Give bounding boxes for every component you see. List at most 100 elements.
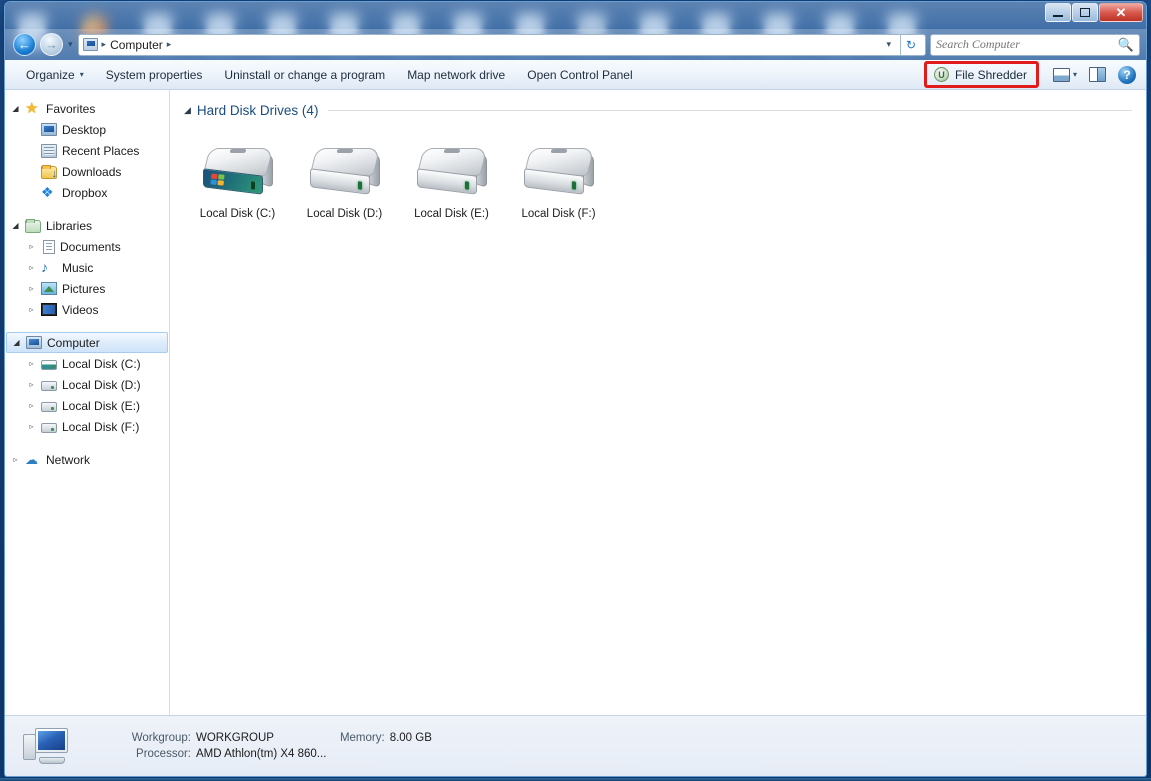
nav-group-network: ▹ ☁ Network <box>5 449 169 470</box>
sidebar-label-music: Music <box>62 260 94 275</box>
window-body: ◢ ★ Favorites Desktop Recent Places ↓ Do… <box>5 90 1146 715</box>
organize-label: Organize <box>26 67 75 82</box>
system-properties-button[interactable]: System properties <box>95 63 214 87</box>
drive-item-f[interactable]: Local Disk (F:) <box>505 148 612 220</box>
sidebar-item-desktop[interactable]: Desktop <box>5 119 169 140</box>
sidebar-item-downloads[interactable]: Downloads <box>5 161 169 182</box>
show-preview-pane-button[interactable] <box>1083 64 1112 85</box>
sidebar-item-music[interactable]: ▹ ♪ Music <box>5 257 169 278</box>
close-button[interactable]: ✕ <box>1099 3 1143 22</box>
sidebar-item-videos[interactable]: ▹ Videos <box>5 299 169 320</box>
sidebar-item-recent-places[interactable]: Recent Places <box>5 140 169 161</box>
star-icon: ★ <box>25 100 39 117</box>
triangle-collapsed-icon[interactable]: ▹ <box>27 305 36 314</box>
sidebar-item-local-disk-e[interactable]: ▹ Local Disk (E:) <box>5 395 169 416</box>
search-box[interactable]: 🔍 <box>930 33 1140 56</box>
triangle-collapsed-icon[interactable]: ▹ <box>27 284 36 293</box>
uninstall-program-button[interactable]: Uninstall or change a program <box>213 63 396 87</box>
libraries-icon <box>25 218 41 233</box>
triangle-collapsed-icon[interactable]: ▹ <box>27 401 36 410</box>
sidebar-label-documents: Documents <box>60 239 121 254</box>
breadcrumb-computer[interactable]: Computer <box>110 38 163 52</box>
sidebar-item-documents[interactable]: ▹ Documents <box>5 236 169 257</box>
triangle-collapsed-icon[interactable]: ▹ <box>27 359 36 368</box>
refresh-button[interactable]: ↻ <box>900 34 921 55</box>
music-icon: ♪ <box>41 259 48 275</box>
drive-icon <box>521 148 597 200</box>
close-icon: ✕ <box>1115 4 1127 20</box>
system-drive-icon <box>41 360 57 370</box>
help-button[interactable]: ? <box>1112 63 1142 87</box>
back-button[interactable]: ← <box>13 33 36 56</box>
dropbox-icon: ❖ <box>41 184 54 200</box>
sidebar-item-computer[interactable]: ◢ Computer <box>6 332 168 353</box>
drive-label-e: Local Disk (E:) <box>414 208 489 220</box>
sidebar-label-local-disk-c: Local Disk (C:) <box>62 356 141 371</box>
breadcrumb-separator[interactable]: ▸ <box>167 39 172 50</box>
pictures-icon <box>41 282 57 295</box>
sidebar-label-dropbox: Dropbox <box>62 185 108 200</box>
open-control-panel-button[interactable]: Open Control Panel <box>516 63 643 87</box>
computer-icon <box>23 726 69 766</box>
group-divider <box>328 109 1132 111</box>
system-drive-icon <box>200 148 276 200</box>
sidebar-item-local-disk-f[interactable]: ▹ Local Disk (F:) <box>5 416 169 437</box>
sidebar-item-favorites[interactable]: ◢ ★ Favorites <box>5 98 169 119</box>
sidebar-item-libraries[interactable]: ◢ Libraries <box>5 215 169 236</box>
sidebar-item-dropbox[interactable]: ❖ Dropbox <box>5 182 169 203</box>
group-header-hard-disk-drives[interactable]: ◢ Hard Disk Drives (4) <box>170 90 1146 120</box>
nav-group-libraries: ◢ Libraries ▹ Documents ▹ ♪ Music ▹ Pict… <box>5 215 169 320</box>
drive-icon <box>414 148 490 200</box>
search-input[interactable] <box>936 37 1118 52</box>
recent-locations-button[interactable]: ▾ <box>67 39 74 50</box>
triangle-collapsed-icon[interactable]: ▹ <box>27 242 36 251</box>
breadcrumb-separator: ▸ <box>101 39 107 49</box>
sidebar-item-local-disk-d[interactable]: ▹ Local Disk (D:) <box>5 374 169 395</box>
triangle-expanded-icon[interactable]: ◢ <box>11 221 20 230</box>
minimize-button[interactable] <box>1045 3 1071 22</box>
title-bar: ✕ <box>5 2 1146 29</box>
details-row-workgroup: Workgroup: WORKGROUP Memory: 8.00 GB <box>125 732 432 744</box>
triangle-expanded-icon[interactable]: ◢ <box>12 338 21 347</box>
sidebar-item-network[interactable]: ▹ ☁ Network <box>5 449 169 470</box>
triangle-collapsed-icon[interactable]: ▹ <box>27 380 36 389</box>
memory-label: Memory: <box>339 732 385 744</box>
drive-item-c[interactable]: Local Disk (C:) <box>184 148 291 220</box>
processor-value: AMD Athlon(tm) X4 860... <box>196 748 327 760</box>
sidebar-label-local-disk-d: Local Disk (D:) <box>62 377 141 392</box>
forward-button[interactable]: → <box>40 33 63 56</box>
triangle-collapsed-icon[interactable]: ▹ <box>27 263 36 272</box>
map-network-drive-button[interactable]: Map network drive <box>396 63 516 87</box>
details-row-processor: Processor: AMD Athlon(tm) X4 860... <box>125 748 432 760</box>
window-controls: ✕ <box>1045 3 1143 22</box>
triangle-expanded-icon[interactable]: ◢ <box>11 104 20 113</box>
organize-button[interactable]: Organize ▾ <box>15 63 95 87</box>
documents-icon <box>43 239 55 254</box>
sidebar-label-computer: Computer <box>47 335 100 350</box>
maximize-button[interactable] <box>1072 3 1098 22</box>
triangle-collapsed-icon[interactable]: ▹ <box>27 422 36 431</box>
drive-label-f: Local Disk (F:) <box>521 208 596 220</box>
drive-item-d[interactable]: Local Disk (D:) <box>291 148 398 220</box>
recent-places-icon <box>41 143 57 158</box>
forward-arrow-icon: → <box>45 37 58 52</box>
address-bar[interactable]: ▸ Computer ▸ ▾ ↻ <box>77 33 926 56</box>
sidebar-label-local-disk-f: Local Disk (F:) <box>62 419 140 434</box>
file-list-pane[interactable]: ◢ Hard Disk Drives (4) Local Disk (C:) L… <box>170 90 1146 715</box>
drive-item-e[interactable]: Local Disk (E:) <box>398 148 505 220</box>
file-shredder-button[interactable]: File Shredder <box>927 64 1036 85</box>
command-toolbar: Organize ▾ System properties Uninstall o… <box>5 60 1146 90</box>
chevron-down-icon[interactable]: ▾ <box>881 39 896 50</box>
nav-group-favorites: ◢ ★ Favorites Desktop Recent Places ↓ Do… <box>5 98 169 203</box>
sidebar-item-local-disk-c[interactable]: ▹ Local Disk (C:) <box>5 353 169 374</box>
help-icon: ? <box>1118 65 1136 84</box>
processor-label: Processor: <box>136 748 191 760</box>
sidebar-label-recent-places: Recent Places <box>62 143 140 158</box>
triangle-collapsed-icon[interactable]: ▹ <box>11 455 20 464</box>
sidebar-label-favorites: Favorites <box>46 101 96 116</box>
downloads-folder-icon <box>41 164 57 180</box>
change-view-button[interactable]: ▾ <box>1047 65 1083 85</box>
triangle-expanded-icon[interactable]: ◢ <box>184 105 191 116</box>
minimize-icon <box>1053 14 1063 17</box>
sidebar-item-pictures[interactable]: ▹ Pictures <box>5 278 169 299</box>
